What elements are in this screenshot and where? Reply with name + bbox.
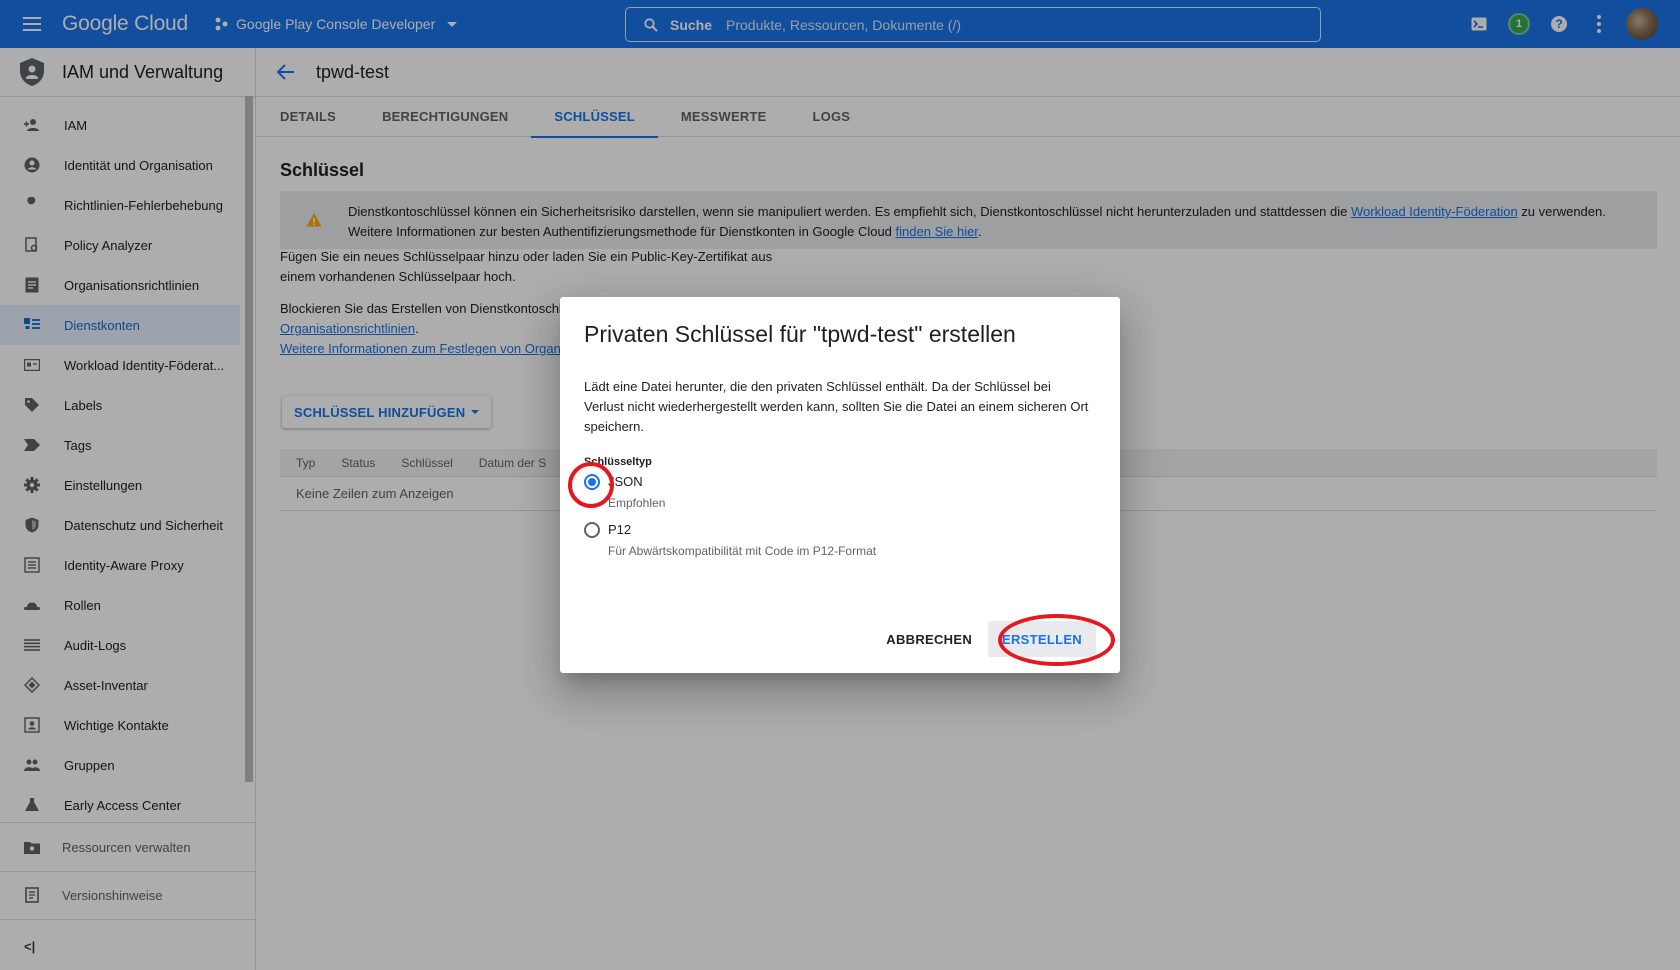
dialog-title: Privaten Schlüssel für "tpwd-test" erste… bbox=[584, 321, 1016, 347]
radio-json-label: JSON bbox=[608, 474, 643, 489]
radio-p12[interactable]: P12 Für Abwärtskompatibilität mit Code i… bbox=[584, 520, 876, 560]
radio-p12-label: P12 bbox=[608, 522, 632, 537]
key-type-label: Schlüsseltyp bbox=[584, 456, 652, 468]
dialog-body: Lädt eine Datei herunter, die den privat… bbox=[584, 379, 1089, 434]
create-private-key-dialog: Privaten Schlüssel für "tpwd-test" erste… bbox=[560, 297, 1120, 673]
radio-p12-sub: Für Abwärtskompatibilität mit Code im P1… bbox=[608, 544, 877, 558]
radio-json-sub: Empfohlen bbox=[608, 496, 666, 510]
create-button[interactable]: ERSTELLEN bbox=[988, 621, 1096, 657]
radio-p12-control[interactable] bbox=[584, 522, 600, 538]
radio-json[interactable]: JSON Empfohlen bbox=[584, 472, 665, 512]
cancel-button[interactable]: ABBRECHEN bbox=[878, 621, 980, 657]
radio-json-control[interactable] bbox=[584, 474, 600, 490]
dialog-actions: ABBRECHEN ERSTELLEN bbox=[878, 621, 1096, 657]
